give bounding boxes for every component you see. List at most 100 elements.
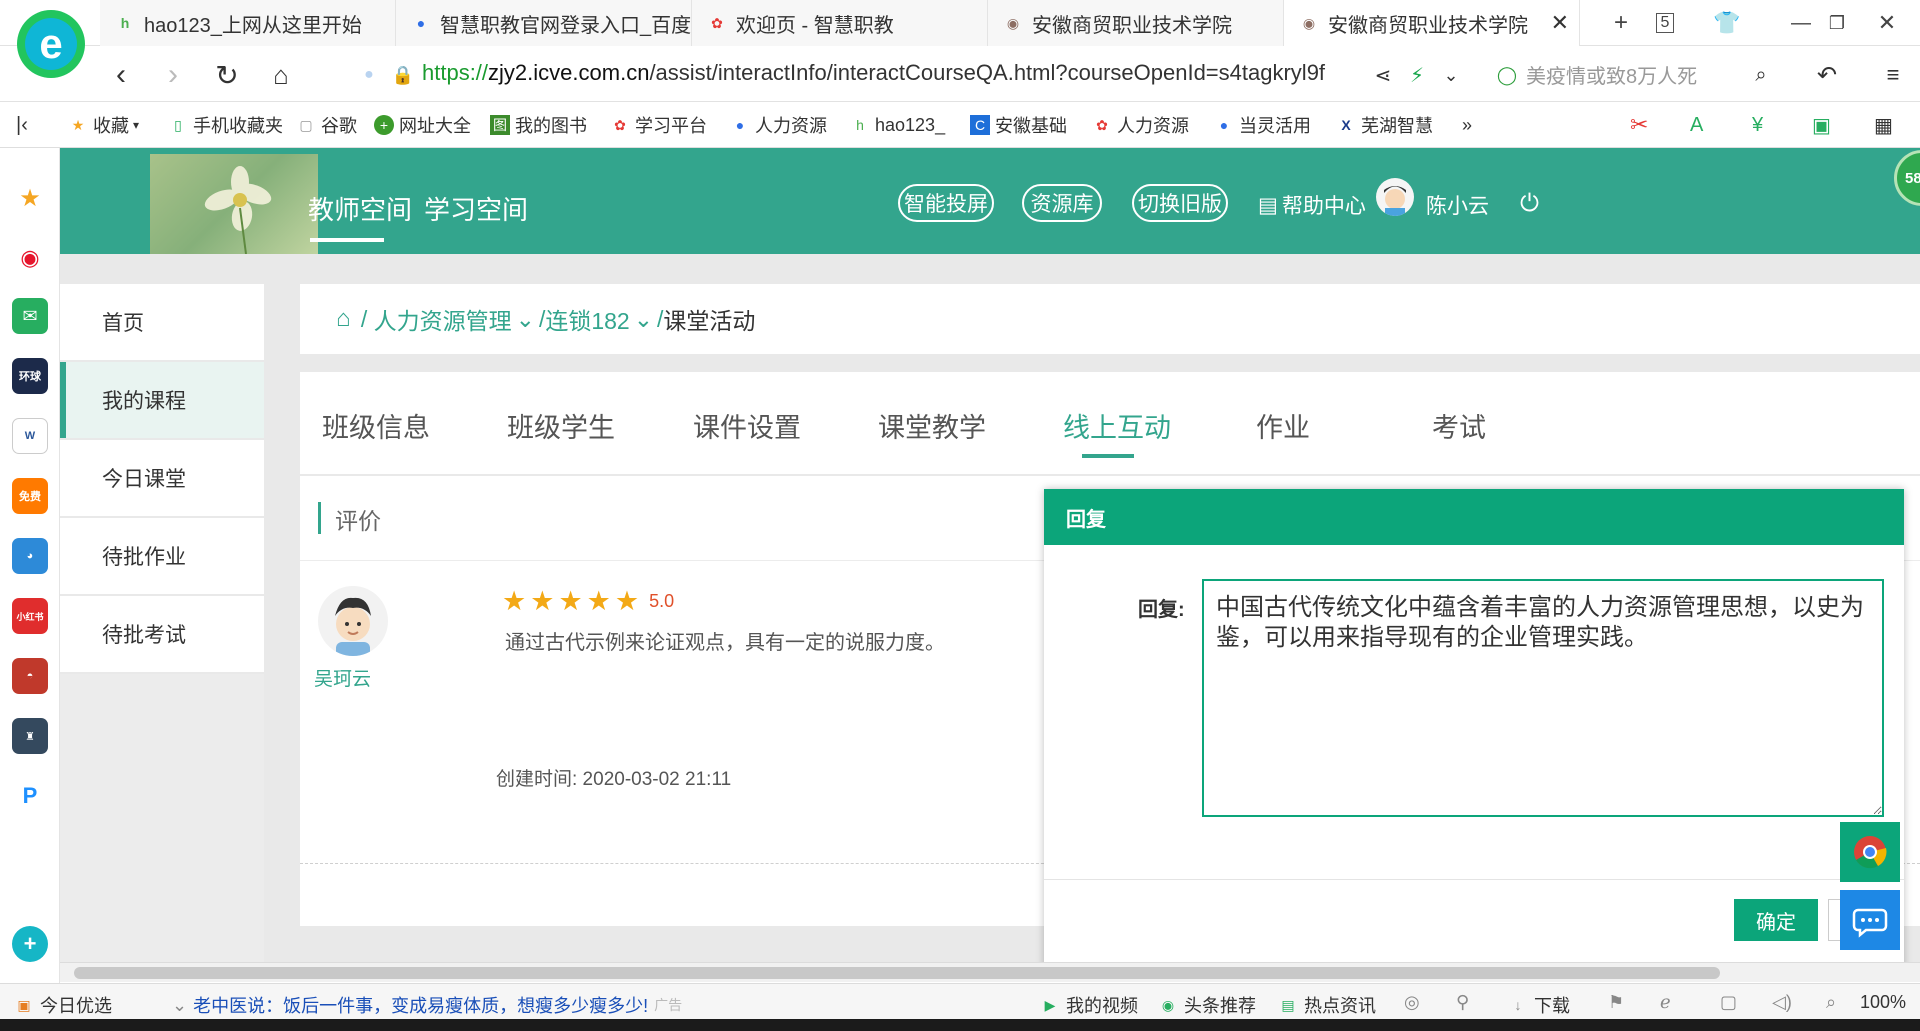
browser-tab-hao123[interactable]: h hao123_上网从这里开始 — [100, 0, 396, 46]
resource-library-button[interactable]: 资源库 — [1022, 184, 1102, 222]
switch-old-version-button[interactable]: 切换旧版 — [1132, 184, 1228, 222]
favorites-star-icon[interactable]: ★ — [12, 180, 48, 216]
mail-icon[interactable]: ✉ — [12, 298, 48, 334]
huanqiu-school-icon[interactable]: 环球 — [12, 358, 48, 394]
bookmark-mobile[interactable]: ▯ 手机收藏夹 — [168, 112, 283, 138]
sidebar-toggle-icon[interactable]: |‹ — [16, 112, 28, 138]
pin-icon[interactable]: ⚲ — [1456, 992, 1469, 1013]
chevron-down-icon[interactable]: ⌄ — [1434, 58, 1468, 92]
window-icon[interactable]: ▢ — [1720, 992, 1737, 1013]
scrollbar-thumb[interactable] — [74, 967, 1720, 979]
skin-shirt-icon[interactable]: 👕 — [1712, 8, 1742, 38]
search-icon[interactable]: ⌕ — [1744, 58, 1778, 92]
home-icon[interactable]: ⌂ — [336, 305, 351, 333]
site-info-icon[interactable]: ● — [352, 58, 386, 92]
apps-grid-icon[interactable]: ▦ — [1874, 112, 1893, 138]
bookmarks-more[interactable]: » — [1462, 112, 1472, 138]
student-name[interactable]: 吴珂云 — [314, 664, 371, 691]
back-icon[interactable]: ‹ — [104, 58, 138, 92]
speed-icon[interactable]: ◎ — [1404, 992, 1420, 1013]
smart-cast-button[interactable]: 智能投屏 — [898, 184, 994, 222]
browser-tab-baidu[interactable]: ● 智慧职教官网登录入口_百度 — [396, 0, 692, 46]
ie-icon[interactable]: ℯ — [1660, 992, 1671, 1013]
bookmark-hao123[interactable]: h hao123_ — [850, 112, 945, 138]
browser-tab-school-active[interactable]: ◉ 安徽商贸职业技术学院 ✕ — [1284, 0, 1580, 46]
new-tab-plus-icon[interactable]: + — [1606, 8, 1636, 38]
tab-courseware-settings[interactable]: 课件设置 — [693, 406, 801, 445]
today-picks[interactable]: ▣ 今日优选 — [14, 992, 112, 1018]
download-button[interactable]: ↓ 下载 — [1508, 992, 1571, 1018]
reload-icon[interactable]: ↻ — [210, 58, 244, 92]
forward-icon[interactable]: › — [156, 58, 190, 92]
flag-icon[interactable]: ⚑ — [1608, 992, 1624, 1013]
free-novel-icon[interactable]: 免费 — [12, 478, 48, 514]
float-chrome-button[interactable] — [1840, 822, 1900, 882]
news-ticker[interactable]: ⌄ 老中医说：饭后一件事，变成易瘦体质，想瘦多少瘦多少! 广告 — [172, 992, 682, 1018]
bookmark-url-directory[interactable]: + 网址大全 — [374, 112, 471, 138]
xiaohongshu-icon[interactable]: 小红书 — [12, 598, 48, 634]
browser-tab-icve-welcome[interactable]: ✿ 欢迎页 - 智慧职教 — [692, 0, 988, 46]
power-icon[interactable]: ⏻ — [1520, 190, 1539, 218]
word-doc-icon[interactable]: W — [12, 418, 48, 454]
menu-icon[interactable]: ≡ — [1876, 58, 1910, 92]
p-app-icon[interactable]: P — [12, 778, 48, 814]
game-castle-icon[interactable]: ♜ — [12, 718, 48, 754]
search-input[interactable]: 美疫情或致8万人死 — [1490, 56, 1760, 92]
bookmark-favorites[interactable]: ★ 收藏 ▾ — [68, 112, 139, 138]
user-name[interactable]: 陈小云 — [1426, 190, 1489, 220]
game-angry-icon[interactable]: ◕ — [12, 538, 48, 574]
add-app-icon[interactable]: + — [12, 926, 48, 962]
close-window-icon[interactable]: ✕ — [1872, 8, 1902, 38]
confirm-button[interactable]: 确定 — [1734, 899, 1818, 941]
chevron-down-icon[interactable]: ⌄ — [634, 306, 653, 333]
game-hero-icon[interactable]: ◓ — [12, 658, 48, 694]
bookmark-hr-2[interactable]: ✿ 人力资源 — [1092, 112, 1189, 138]
tab-classroom-teaching[interactable]: 课堂教学 — [878, 406, 986, 445]
minimize-icon[interactable]: — — [1786, 8, 1816, 38]
breadcrumb-course[interactable]: 人力资源管理 — [374, 302, 512, 336]
help-center-link[interactable]: ▤ 帮助中心 — [1258, 190, 1366, 220]
zoom-level[interactable]: 100% — [1860, 992, 1906, 1013]
top-recommend[interactable]: ◉ 头条推荐 — [1158, 992, 1256, 1018]
tab-class-students[interactable]: 班级学生 — [507, 406, 615, 445]
float-chat-button[interactable] — [1840, 890, 1900, 950]
tab-class-info[interactable]: 班级信息 — [322, 406, 430, 445]
chevron-down-icon[interactable]: ⌄ — [516, 306, 535, 333]
browser-tab-school[interactable]: ◉ 安徽商贸职业技术学院 — [988, 0, 1284, 46]
menu-pending-homework[interactable]: 待批作业 — [60, 518, 264, 594]
bookmark-my-library[interactable]: 图我的图书 — [490, 112, 587, 138]
yen-icon[interactable]: ¥ — [1752, 112, 1763, 138]
bookmark-google[interactable]: ▢ 谷歌 — [296, 112, 357, 138]
hot-news[interactable]: ▤ 热点资讯 — [1278, 992, 1376, 1018]
tab-online-interaction[interactable]: 线上互动 — [1063, 406, 1171, 445]
restore-window-icon[interactable]: ❐ — [1822, 8, 1852, 38]
reply-textarea[interactable]: 中国古代传统文化中蕴含着丰富的人力资源管理思想，以史为鉴，可以用来指导现有的企业… — [1202, 579, 1884, 817]
close-icon[interactable]: ✕ — [1551, 10, 1569, 36]
nav-teacher-space[interactable]: 教师空间 — [308, 190, 412, 227]
url-field[interactable]: https://zjy2.icve.com.cn/assist/interact… — [422, 60, 1325, 86]
avatar[interactable] — [1376, 178, 1414, 216]
tab-exam[interactable]: 考试 — [1432, 406, 1486, 445]
translate-icon[interactable]: A — [1690, 112, 1703, 138]
bookmark-wuhu[interactable]: X 芜湖智慧 — [1336, 112, 1433, 138]
lightning-icon[interactable]: ⚡ — [1400, 58, 1434, 92]
menu-home[interactable]: 首页 — [60, 284, 264, 360]
undo-icon[interactable]: ↶ — [1810, 58, 1844, 92]
scissors-icon[interactable]: ✂ — [1630, 112, 1648, 138]
breadcrumb-class[interactable]: 连锁182 — [545, 302, 629, 336]
home-icon[interactable]: ⌂ — [264, 58, 298, 92]
zoom-icon[interactable]: ⌕ — [1826, 992, 1836, 1013]
volume-icon[interactable]: ◁) — [1772, 992, 1792, 1013]
share-icon[interactable]: ⋖ — [1366, 58, 1400, 92]
gamepad-icon[interactable]: ▣ — [1812, 112, 1831, 138]
tab-count-button[interactable]: 5 — [1650, 8, 1680, 38]
menu-today-class[interactable]: 今日课堂 — [60, 440, 264, 516]
my-videos[interactable]: ▶ 我的视频 — [1040, 992, 1138, 1018]
tab-homework[interactable]: 作业 — [1256, 406, 1310, 445]
nav-study-space[interactable]: 学习空间 — [424, 190, 528, 227]
bookmark-hr-1[interactable]: ● 人力资源 — [730, 112, 827, 138]
horizontal-scrollbar[interactable] — [60, 962, 1920, 982]
menu-my-courses[interactable]: 我的课程 — [60, 362, 264, 438]
weibo-icon[interactable]: ◉ — [12, 240, 48, 276]
bookmark-study-platform[interactable]: ✿ 学习平台 — [610, 112, 707, 138]
